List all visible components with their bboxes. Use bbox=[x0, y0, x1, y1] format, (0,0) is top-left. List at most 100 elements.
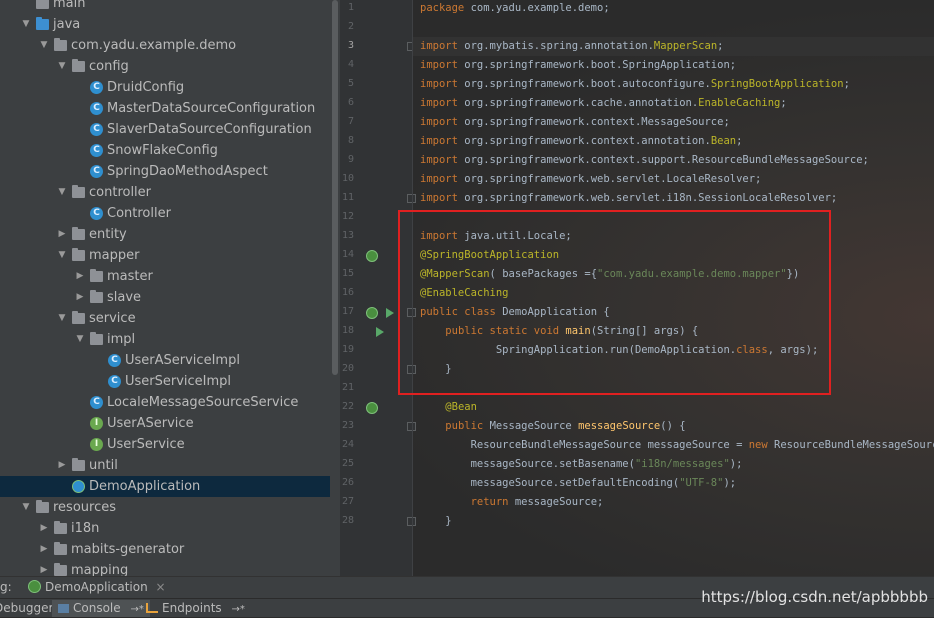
tree-item[interactable]: ▼ controller bbox=[0, 182, 330, 203]
tree-item[interactable]: C SnowFlakeConfig bbox=[0, 140, 330, 161]
tree-item-label: mapping bbox=[71, 563, 129, 576]
tree-item[interactable]: main bbox=[0, 0, 330, 14]
code-token: MapperScan bbox=[653, 40, 718, 52]
code-token: import bbox=[420, 59, 465, 71]
code-line[interactable]: import org.springframework.cache.annotat… bbox=[420, 94, 934, 113]
collapse-arrow-icon[interactable]: ▶ bbox=[74, 266, 86, 287]
expand-arrow-icon[interactable]: ▼ bbox=[20, 497, 32, 518]
close-icon[interactable]: × bbox=[156, 580, 166, 594]
folder-icon bbox=[54, 563, 67, 576]
collapse-arrow-icon[interactable]: ▶ bbox=[56, 455, 68, 476]
run-bar-prefix: g: bbox=[0, 580, 12, 594]
expand-arrow-icon[interactable]: ▼ bbox=[56, 56, 68, 77]
tree-item[interactable]: ▶ until bbox=[0, 455, 330, 476]
run-config-tab[interactable]: DemoApplication × bbox=[28, 577, 166, 597]
endpoints-restore-arrow[interactable]: →* bbox=[232, 604, 245, 615]
tree-item[interactable]: ▼ java bbox=[0, 14, 330, 35]
tree-item[interactable]: ▼ service bbox=[0, 308, 330, 329]
code-line[interactable]: return messageSource; bbox=[420, 493, 934, 512]
code-line[interactable]: public MessageSource messageSource() { bbox=[420, 417, 934, 436]
spring-boot-app-icon bbox=[28, 580, 41, 593]
tree-item[interactable]: ▶ i18n bbox=[0, 518, 330, 539]
tree-item-label: config bbox=[89, 59, 129, 74]
expand-arrow-icon[interactable]: ▼ bbox=[38, 35, 50, 56]
run-icon[interactable] bbox=[386, 308, 394, 318]
package-icon bbox=[54, 38, 67, 51]
tree-item[interactable]: ▼ resources bbox=[0, 497, 330, 518]
code-token: org.springframework.web.servlet.i18n.Ses… bbox=[464, 192, 838, 204]
code-token: () { bbox=[660, 420, 686, 432]
code-token: SpringBootApplication bbox=[710, 78, 844, 90]
code-line[interactable]: messageSource.setDefaultEncoding("UTF-8"… bbox=[420, 474, 934, 493]
scrollbar-thumb[interactable] bbox=[332, 0, 338, 375]
tree-item[interactable]: ▶ slave bbox=[0, 287, 330, 308]
code-line[interactable]: package com.yadu.example.demo; bbox=[420, 0, 934, 18]
code-line[interactable]: import org.springframework.web.servlet.i… bbox=[420, 189, 934, 208]
code-line[interactable]: messageSource.setBasename("i18n/messages… bbox=[420, 455, 934, 474]
collapse-arrow-icon[interactable]: ▶ bbox=[38, 518, 50, 539]
tree-item[interactable]: ▶ master bbox=[0, 266, 330, 287]
spring-boot-app-icon[interactable] bbox=[366, 307, 378, 319]
line-number: 26 bbox=[341, 477, 354, 488]
tree-item[interactable]: ▶ entity bbox=[0, 224, 330, 245]
tree-item[interactable]: ▼ impl bbox=[0, 329, 330, 350]
code-line[interactable]: import org.springframework.context.annot… bbox=[420, 132, 934, 151]
collapse-arrow-icon[interactable]: ▶ bbox=[38, 539, 50, 560]
spring-bean-icon[interactable] bbox=[366, 402, 378, 414]
tree-item[interactable]: ▶ mabits-generator bbox=[0, 539, 330, 560]
tree-item[interactable]: C LocaleMessageSourceService bbox=[0, 392, 330, 413]
tree-item[interactable]: C Controller bbox=[0, 203, 330, 224]
tree-item[interactable]: ▼ config bbox=[0, 56, 330, 77]
code-line[interactable]: import org.springframework.context.Messa… bbox=[420, 113, 934, 132]
code-line[interactable]: import org.springframework.web.servlet.L… bbox=[420, 170, 934, 189]
code-token: messageSource.setBasename( bbox=[420, 458, 635, 470]
package-icon bbox=[72, 458, 85, 471]
console-restore-arrow[interactable]: →* bbox=[130, 604, 143, 615]
code-line[interactable]: import org.springframework.boot.autoconf… bbox=[420, 75, 934, 94]
expand-arrow-icon[interactable]: ▼ bbox=[56, 245, 68, 266]
tree-item[interactable]: C MasterDataSourceConfiguration bbox=[0, 98, 330, 119]
code-line[interactable]: @Bean bbox=[420, 398, 934, 417]
code-line[interactable]: import org.springframework.boot.SpringAp… bbox=[420, 56, 934, 75]
endpoints-tab[interactable]: Endpoints →* bbox=[146, 600, 245, 617]
tree-item[interactable]: I UserAService bbox=[0, 413, 330, 434]
collapse-arrow-icon[interactable]: ▶ bbox=[56, 224, 68, 245]
debugger-tab[interactable]: Debugger bbox=[0, 600, 53, 617]
line-number: 1 bbox=[347, 2, 354, 13]
code-line[interactable] bbox=[420, 18, 934, 37]
code-line[interactable]: ResourceBundleMessageSource messageSourc… bbox=[420, 436, 934, 455]
tree-item[interactable]: C DruidConfig bbox=[0, 77, 330, 98]
spring-bean-icon[interactable] bbox=[366, 250, 378, 262]
code-token: EnableCaching bbox=[698, 97, 781, 109]
tree-item[interactable]: ▼ com.yadu.example.demo bbox=[0, 35, 330, 56]
tree-item[interactable]: ▶ mapping bbox=[0, 560, 330, 576]
expand-arrow-icon[interactable]: ▼ bbox=[20, 14, 32, 35]
run-icon[interactable] bbox=[376, 327, 384, 337]
tree-item[interactable]: C SlaverDataSourceConfiguration bbox=[0, 119, 330, 140]
project-tree[interactable]: main ▼ java ▼ com.yadu.example.demo ▼ config C D… bbox=[0, 0, 330, 576]
tree-item[interactable]: DemoApplication bbox=[0, 476, 330, 497]
tree-item-label: SpringDaoMethodAspect bbox=[107, 164, 268, 179]
expand-arrow-icon[interactable]: ▼ bbox=[56, 308, 68, 329]
line-number: 9 bbox=[347, 154, 354, 165]
code-line[interactable]: import org.springframework.context.suppo… bbox=[420, 151, 934, 170]
class-icon: C bbox=[90, 165, 103, 178]
project-tree-scrollbar[interactable] bbox=[330, 0, 340, 576]
tree-item[interactable]: C UserServiceImpl bbox=[0, 371, 330, 392]
code-line[interactable]: } bbox=[420, 512, 934, 531]
expand-arrow-icon[interactable]: ▼ bbox=[56, 182, 68, 203]
tree-item[interactable]: ▼ mapper bbox=[0, 245, 330, 266]
collapse-arrow-icon[interactable]: ▶ bbox=[74, 287, 86, 308]
code-line[interactable]: import org.mybatis.spring.annotation.Map… bbox=[420, 37, 934, 56]
tree-item[interactable]: C SpringDaoMethodAspect bbox=[0, 161, 330, 182]
tree-item-label: master bbox=[107, 269, 153, 284]
tree-item-label: controller bbox=[89, 185, 152, 200]
tree-item[interactable]: C UserAServiceImpl bbox=[0, 350, 330, 371]
console-tab[interactable]: Console →* bbox=[52, 600, 150, 617]
collapse-arrow-icon[interactable]: ▶ bbox=[38, 560, 50, 576]
package-icon bbox=[72, 59, 85, 72]
tree-item[interactable]: I UserService bbox=[0, 434, 330, 455]
tree-item-label: DemoApplication bbox=[89, 479, 201, 494]
expand-arrow-icon[interactable]: ▼ bbox=[74, 329, 86, 350]
